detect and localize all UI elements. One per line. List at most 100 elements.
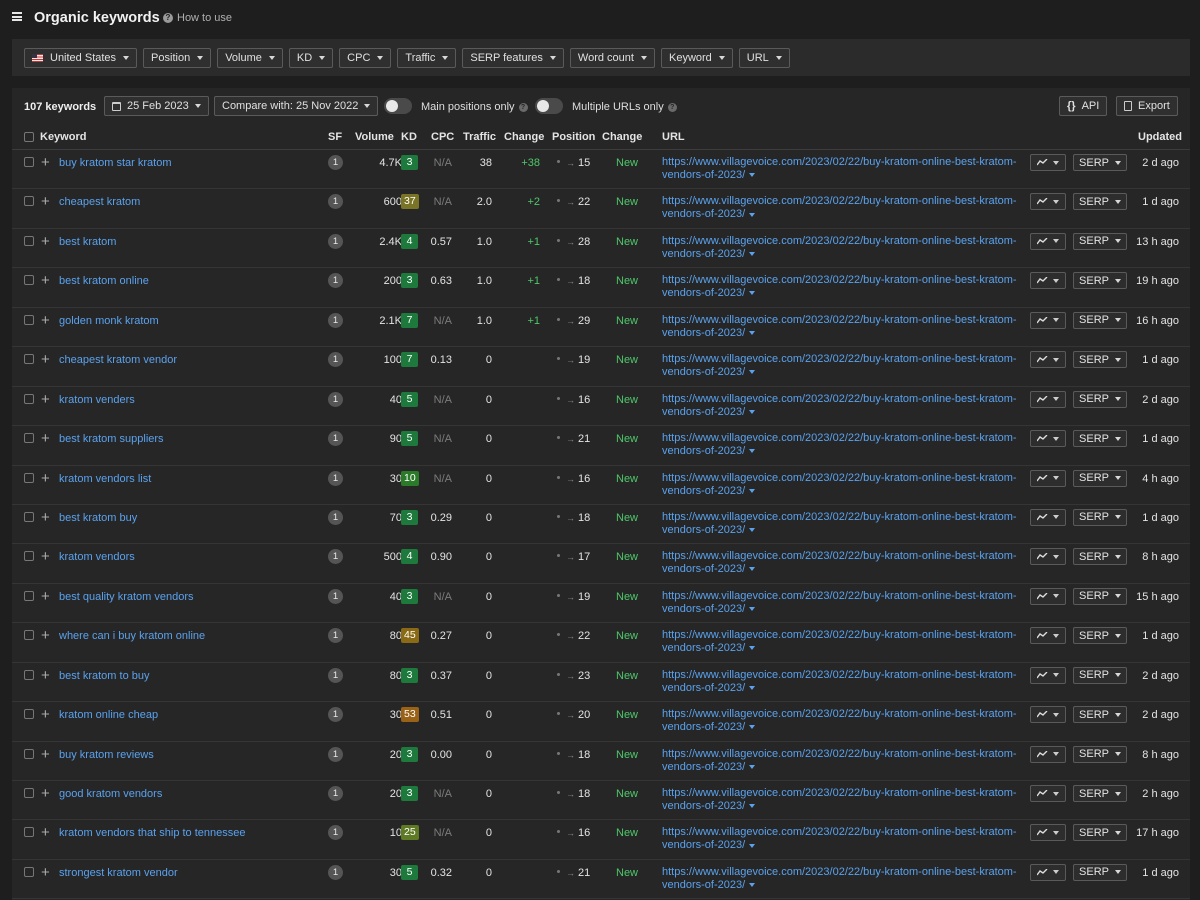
keyword-link[interactable]: best kratom	[59, 236, 116, 248]
position-history-button[interactable]	[1030, 272, 1066, 290]
serp-button[interactable]: SERP	[1073, 430, 1127, 448]
multiple-urls-toggle[interactable]	[535, 98, 563, 114]
add-to-list-icon[interactable]: +	[41, 155, 50, 170]
url-link[interactable]: https://www.villagevoice.com/2023/02/22/…	[662, 590, 1022, 616]
filter-keyword-button[interactable]: Keyword	[660, 47, 733, 68]
add-to-list-icon[interactable]: +	[41, 865, 50, 880]
serp-features-badge[interactable]: 1	[328, 233, 343, 249]
keyword-link[interactable]: kratom vendors	[59, 551, 135, 563]
serp-button[interactable]: SERP	[1073, 351, 1127, 369]
chevron-down-icon[interactable]	[749, 764, 756, 769]
position-history-button[interactable]	[1030, 430, 1066, 448]
serp-button[interactable]: SERP	[1073, 469, 1127, 487]
chevron-down-icon[interactable]	[749, 804, 756, 809]
row-checkbox[interactable]	[24, 433, 34, 444]
serp-features-badge[interactable]: 1	[328, 864, 343, 880]
row-checkbox[interactable]	[24, 551, 34, 562]
serp-features-badge[interactable]: 1	[328, 391, 343, 407]
url-link[interactable]: https://www.villagevoice.com/2023/02/22/…	[662, 550, 1022, 576]
filter-url-button[interactable]: URL	[738, 47, 790, 68]
url-link[interactable]: https://www.villagevoice.com/2023/02/22/…	[662, 511, 1022, 537]
keyword-link[interactable]: buy kratom reviews	[59, 749, 154, 761]
export-button[interactable]: Export	[1116, 96, 1178, 116]
row-checkbox[interactable]	[24, 157, 34, 167]
filter-serp-features-button[interactable]: SERP features	[462, 47, 564, 68]
row-checkbox[interactable]	[24, 630, 34, 641]
serp-button[interactable]: SERP	[1073, 785, 1127, 802]
serp-features-badge[interactable]: 1	[328, 155, 343, 170]
filter-word-count-button[interactable]: Word count	[569, 47, 655, 68]
row-checkbox[interactable]	[24, 748, 34, 759]
url-link[interactable]: https://www.villagevoice.com/2023/02/22/…	[662, 787, 1022, 813]
url-link[interactable]: https://www.villagevoice.com/2023/02/22/…	[662, 195, 1022, 221]
keyword-link[interactable]: kratom online cheap	[59, 709, 158, 721]
url-link[interactable]: https://www.villagevoice.com/2023/02/22/…	[662, 274, 1022, 300]
serp-features-badge[interactable]: 1	[328, 588, 343, 604]
row-checkbox[interactable]	[24, 511, 34, 522]
compare-date-button[interactable]: Compare with: 25 Nov 2022	[214, 96, 379, 116]
serp-button[interactable]: SERP	[1073, 666, 1127, 684]
position-history-button[interactable]	[1030, 548, 1066, 566]
keyword-link[interactable]: cheapest kratom vendor	[59, 354, 177, 366]
col-sf[interactable]: SF	[328, 131, 342, 143]
serp-button[interactable]: SERP	[1073, 193, 1127, 211]
serp-button[interactable]: SERP	[1073, 272, 1127, 290]
position-history-button[interactable]	[1030, 863, 1066, 881]
keyword-link[interactable]: best kratom to buy	[59, 670, 150, 682]
serp-button[interactable]: SERP	[1073, 390, 1127, 408]
help-icon[interactable]: ?	[518, 102, 528, 112]
row-checkbox[interactable]	[24, 827, 34, 838]
col-position[interactable]: Position	[552, 131, 595, 143]
keyword-link[interactable]: best quality kratom vendors	[59, 591, 194, 603]
position-history-button[interactable]	[1030, 469, 1066, 487]
chevron-down-icon[interactable]	[749, 370, 756, 375]
chevron-down-icon[interactable]	[749, 606, 756, 611]
main-positions-toggle[interactable]	[384, 98, 412, 114]
add-to-list-icon[interactable]: +	[41, 825, 50, 840]
keyword-link[interactable]: kratom venders	[59, 394, 135, 406]
chevron-down-icon[interactable]	[749, 291, 756, 296]
chevron-down-icon[interactable]	[749, 212, 756, 217]
chevron-down-icon[interactable]	[749, 449, 756, 454]
keyword-link[interactable]: best kratom online	[59, 275, 149, 287]
keyword-link[interactable]: kratom vendors that ship to tennessee	[59, 827, 246, 839]
add-to-list-icon[interactable]: +	[41, 747, 50, 762]
add-to-list-icon[interactable]: +	[41, 707, 50, 722]
position-history-button[interactable]	[1030, 390, 1066, 408]
serp-button[interactable]: SERP	[1073, 863, 1127, 881]
serp-features-badge[interactable]: 1	[328, 431, 343, 447]
row-checkbox[interactable]	[24, 590, 34, 601]
position-history-button[interactable]	[1030, 508, 1066, 526]
row-checkbox[interactable]	[24, 235, 34, 246]
serp-features-badge[interactable]: 1	[328, 746, 343, 762]
url-link[interactable]: https://www.villagevoice.com/2023/02/22/…	[662, 708, 1022, 734]
serp-features-badge[interactable]: 1	[328, 549, 343, 565]
filter-united-states-button[interactable]: United States	[24, 47, 138, 68]
chevron-down-icon[interactable]	[749, 843, 756, 848]
position-history-button[interactable]	[1030, 824, 1066, 842]
add-to-list-icon[interactable]: +	[41, 668, 50, 683]
serp-button[interactable]: SERP	[1073, 824, 1127, 842]
serp-features-badge[interactable]: 1	[328, 352, 343, 368]
position-history-button[interactable]	[1030, 351, 1066, 369]
keyword-link[interactable]: strongest kratom vendor	[59, 867, 178, 879]
url-link[interactable]: https://www.villagevoice.com/2023/02/22/…	[662, 472, 1022, 498]
add-to-list-icon[interactable]: +	[41, 194, 50, 209]
col-traffic[interactable]: Traffic	[463, 131, 496, 143]
position-history-button[interactable]	[1030, 193, 1066, 211]
add-to-list-icon[interactable]: +	[41, 352, 50, 367]
chevron-down-icon[interactable]	[749, 488, 756, 493]
keyword-link[interactable]: best kratom buy	[59, 512, 137, 524]
filter-traffic-button[interactable]: Traffic	[397, 47, 457, 68]
row-checkbox[interactable]	[24, 866, 34, 877]
serp-features-badge[interactable]: 1	[328, 628, 343, 644]
filter-position-button[interactable]: Position	[143, 47, 212, 68]
position-history-button[interactable]	[1030, 311, 1066, 329]
serp-button[interactable]: SERP	[1073, 154, 1127, 171]
date-picker-button[interactable]: 25 Feb 2023	[104, 96, 209, 116]
row-checkbox[interactable]	[24, 196, 34, 207]
chevron-down-icon[interactable]	[749, 528, 756, 533]
serp-features-badge[interactable]: 1	[328, 707, 343, 723]
row-checkbox[interactable]	[24, 788, 34, 798]
serp-features-badge[interactable]: 1	[328, 273, 343, 289]
